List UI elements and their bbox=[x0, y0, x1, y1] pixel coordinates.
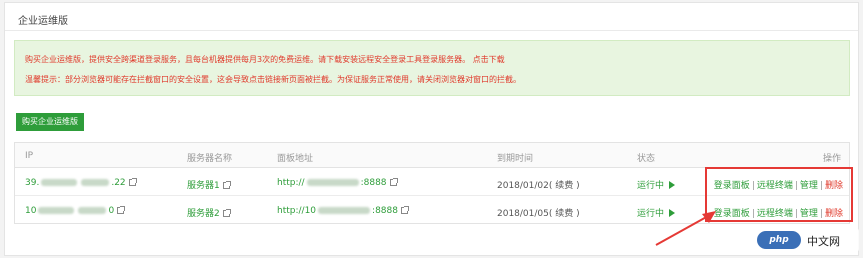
table-header: IP 服务器名称 面板地址 到期时间 状态 操作 bbox=[15, 143, 849, 168]
notice-line-1: 购买企业运维版，提供安全跨渠道登录服务，且每台机器提供每月3次的免费运维。请下载… bbox=[25, 54, 505, 65]
redacted-url bbox=[306, 179, 359, 186]
php-logo: php bbox=[757, 231, 801, 249]
server-name: 服务器2 bbox=[187, 209, 220, 219]
edit-icon[interactable] bbox=[389, 178, 398, 186]
ip-suffix: .22 bbox=[111, 178, 126, 188]
redacted-ip bbox=[41, 179, 78, 186]
status-cell: 运行中 bbox=[637, 178, 676, 191]
ip-cell[interactable]: 10 0 bbox=[25, 206, 126, 216]
header-server-name: 服务器名称 bbox=[187, 154, 233, 164]
notice-line-1-text: 购买企业运维版，提供安全跨渠道登录服务，且每台机器提供每月3次的免费运维。请下载… bbox=[25, 55, 471, 64]
status-text: 运行中 bbox=[637, 181, 665, 191]
ip-cell[interactable]: 39. .22 bbox=[25, 178, 137, 188]
panel-title: 企业运维版 bbox=[18, 16, 68, 27]
redacted-ip bbox=[81, 179, 110, 186]
redacted-url bbox=[318, 207, 371, 214]
panel-url-cell[interactable]: http:// :8888 bbox=[277, 178, 398, 188]
header-expiry: 到期时间 bbox=[497, 154, 534, 164]
server-name: 服务器1 bbox=[187, 181, 220, 191]
panel-url-cell[interactable]: http://10 :8888 bbox=[277, 206, 409, 216]
buy-enterprise-button[interactable]: 购买企业运维版 bbox=[16, 113, 84, 131]
annotation-highlight-box bbox=[705, 167, 853, 222]
redacted-ip bbox=[78, 207, 107, 214]
watermark: php 中文网 bbox=[755, 228, 859, 252]
edit-icon[interactable] bbox=[117, 206, 126, 214]
play-icon bbox=[669, 181, 676, 189]
expiry-cell[interactable]: 2018/01/02( 续费 ) bbox=[497, 178, 580, 191]
url-prefix: http://10 bbox=[277, 206, 317, 216]
divider bbox=[5, 30, 858, 31]
edit-icon[interactable] bbox=[400, 206, 409, 214]
annotation-arrow-icon bbox=[655, 211, 716, 246]
download-link[interactable]: 点击下载 bbox=[473, 55, 505, 64]
server-name-cell[interactable]: 服务器2 bbox=[187, 206, 231, 219]
url-suffix: :8888 bbox=[372, 206, 398, 216]
edit-icon[interactable] bbox=[222, 209, 231, 217]
notice-box: 购买企业运维版，提供安全跨渠道登录服务，且每台机器提供每月3次的免费运维。请下载… bbox=[14, 40, 850, 96]
watermark-text: 中文网 bbox=[807, 235, 840, 248]
ip-suffix: 0 bbox=[108, 206, 115, 216]
expiry-cell[interactable]: 2018/01/05( 续费 ) bbox=[497, 206, 580, 219]
ip-prefix: 10 bbox=[25, 206, 37, 216]
header-panel-url: 面板地址 bbox=[277, 154, 314, 164]
notice-line-2: 温馨提示：部分浏览器可能存在拦截窗口的安全设置，这会导致点击链接新页面被拦截。为… bbox=[25, 75, 521, 84]
redacted-ip bbox=[38, 207, 75, 214]
url-suffix: :8888 bbox=[360, 178, 387, 188]
ip-prefix: 39. bbox=[25, 178, 40, 188]
header-ip: IP bbox=[25, 151, 34, 161]
edit-icon[interactable] bbox=[128, 178, 137, 186]
header-status: 状态 bbox=[637, 154, 656, 164]
url-prefix: http:// bbox=[277, 178, 305, 188]
header-actions: 操作 bbox=[822, 154, 841, 164]
server-name-cell[interactable]: 服务器1 bbox=[187, 178, 231, 191]
edit-icon[interactable] bbox=[222, 181, 231, 189]
